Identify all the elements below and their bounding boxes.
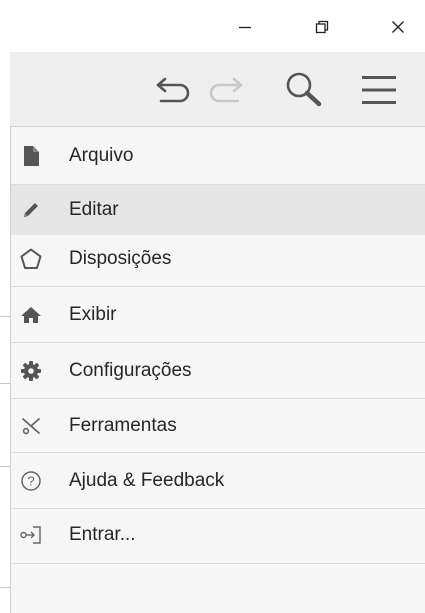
menu-item-label: Editar [69, 199, 119, 220]
restore-button[interactable] [299, 10, 345, 44]
minimize-icon [239, 26, 251, 29]
sign-in-icon [19, 523, 43, 547]
menu-item-disposicoes[interactable]: Disposições [11, 235, 425, 282]
menu-divider [11, 563, 425, 564]
undo-button[interactable] [153, 70, 195, 110]
search-icon [286, 72, 322, 107]
hamburger-menu-icon [362, 76, 396, 104]
window-titlebar [0, 0, 425, 52]
hamburger-menu-button[interactable] [358, 69, 400, 111]
redo-icon [209, 77, 243, 103]
menu-item-label: Disposições [69, 247, 172, 269]
gear-icon [19, 359, 43, 383]
edge-tick [0, 587, 10, 588]
menu-item-label: Ferramentas [69, 414, 177, 436]
svg-text:?: ? [27, 473, 34, 488]
menu-item-label: Exibir [69, 303, 117, 325]
restore-icon [315, 20, 329, 34]
menu-item-configuracoes[interactable]: Configurações [11, 343, 425, 398]
menu-item-exibir[interactable]: Exibir [11, 287, 425, 342]
app-toolbar [10, 52, 425, 126]
redo-button[interactable] [204, 70, 246, 110]
search-button[interactable] [282, 68, 326, 112]
menu-item-arquivo[interactable]: Arquivo [11, 127, 425, 184]
edge-tick [0, 466, 10, 467]
menu-item-label: Configurações [69, 359, 192, 381]
edge-tick [0, 383, 10, 384]
menu-item-label: Arquivo [69, 144, 134, 166]
menu-item-label: Ajuda & Feedback [69, 469, 225, 491]
layout-pentagon-icon [19, 247, 43, 271]
home-icon [19, 303, 43, 327]
edge-tick [0, 316, 10, 317]
file-icon [19, 144, 43, 168]
menu-item-entrar[interactable]: Entrar... [11, 509, 425, 561]
menu-item-ferramentas[interactable]: Ferramentas [11, 399, 425, 452]
close-button[interactable] [375, 10, 421, 44]
scissors-icon [19, 414, 43, 438]
menu-item-ajuda-feedback[interactable]: ? Ajuda & Feedback [11, 453, 425, 508]
main-menu: Arquivo Editar Disposições Exibir Config… [10, 126, 425, 613]
undo-icon [156, 77, 190, 103]
menu-item-label: Entrar... [69, 524, 136, 545]
minimize-button[interactable] [222, 10, 268, 44]
pencil-icon [19, 198, 43, 222]
close-icon [392, 21, 404, 33]
help-circle-icon: ? [19, 469, 43, 493]
menu-item-editar[interactable]: Editar [11, 185, 425, 235]
